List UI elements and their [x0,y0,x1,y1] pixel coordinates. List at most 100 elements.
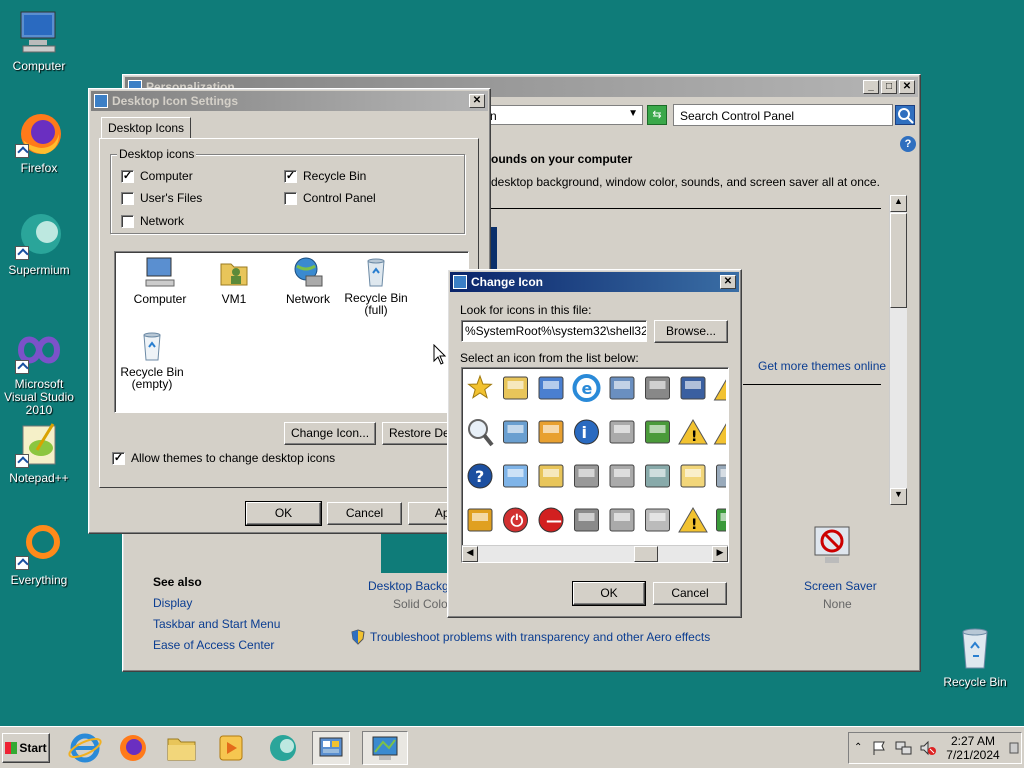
address-bar[interactable]: n ▼ [485,105,643,125]
preview-item[interactable]: Computer [125,256,195,306]
scroll-thumb[interactable] [890,213,907,308]
clock[interactable]: 2:27 AM 7/21/2024 [945,734,1001,762]
tab-desktop-icons[interactable]: Desktop Icons [101,117,192,138]
checkbox-control-panel[interactable]: Control Panel [284,191,376,205]
partial-icon[interactable] [716,464,728,488]
info-icon[interactable]: i [574,419,599,445]
close-button[interactable]: ✕ [720,275,736,289]
show-hidden-icons-icon[interactable]: ⌃ [854,742,862,753]
desktop-background-link[interactable]: Desktop Backgro [368,579,459,593]
desktop-icon-firefox[interactable]: Firefox [0,110,78,175]
show-desktop-button[interactable] [1009,739,1019,757]
refresh-partial-icon[interactable] [716,508,728,532]
file-path-input[interactable]: %SystemRoot%\system32\shell32.d [461,320,647,342]
close-button[interactable]: ✕ [899,80,915,94]
see-also-taskbar-link[interactable]: Taskbar and Start Menu [153,617,280,631]
checkbox-box[interactable] [121,191,134,205]
folder-calendar-icon[interactable] [503,376,528,400]
key-icon[interactable] [467,508,493,532]
taskbar-desktop-icon-settings[interactable] [362,731,408,765]
taskbar-supermium[interactable] [264,731,302,765]
screen-saver-link[interactable]: Screen Saver [804,579,877,593]
see-also-ease-of-access-link[interactable]: Ease of Access Center [153,638,274,652]
taskbar-internet-explorer[interactable] [66,731,104,765]
fax-printer-icon[interactable] [609,508,635,532]
refresh-button[interactable]: ⇆ [647,105,667,125]
search-input[interactable]: Search Control Panel [680,109,794,123]
troubleshoot-link[interactable]: Troubleshoot problems with transparency … [370,630,710,644]
cancel-button[interactable]: Cancel [653,582,727,605]
checkbox-box[interactable]: ✓ [112,451,125,465]
ok-button[interactable]: OK [245,501,322,526]
warning-icon[interactable]: ! [678,507,708,533]
desktop-icon-notepad-plus-plus[interactable]: Notepad++ [0,420,78,485]
desktop-icon-computer[interactable]: Computer [0,8,78,73]
help-document-icon[interactable] [609,376,635,400]
desktop-icon-supermium[interactable]: Supermium [0,212,78,277]
printer-doc-icon[interactable] [574,464,599,488]
horizontal-scrollbar[interactable]: ◀ ▶ [462,545,728,562]
printer-network-icon[interactable] [645,376,670,400]
internet-explorer-icon[interactable]: e [572,374,601,402]
see-also-display-link[interactable]: Display [153,596,192,610]
folder-x-icon[interactable] [680,464,706,488]
checkbox-box[interactable]: ✓ [121,169,134,183]
desktop-icon-recycle-bin[interactable]: Recycle Bin [936,624,1014,689]
minimize-button[interactable]: _ [863,80,879,94]
search-icon[interactable] [895,105,915,125]
document-check-icon[interactable] [538,376,564,400]
start-button[interactable]: Start [2,733,50,763]
printer-green-icon[interactable] [645,420,670,444]
checkbox-users-files[interactable]: User's Files [121,191,202,205]
taskbar-firefox[interactable] [114,731,152,765]
magnifier-icon[interactable] [468,419,494,447]
desktop-icon-visual-studio[interactable]: Microsoft Visual Studio 2010 [0,326,78,417]
checkbox-box[interactable]: ✓ [284,169,297,183]
icon-grid[interactable]: e! i!!? ⏻ —! ◀ ▶ [461,367,729,563]
vertical-scrollbar[interactable]: ▲ ▼ [889,195,907,505]
window-icon[interactable] [503,464,528,488]
screen-saver-icon[interactable] [813,525,853,569]
no-entry-icon[interactable]: — [538,507,564,533]
scroll-down-arrow-icon[interactable]: ▼ [890,488,907,505]
scroll-thumb[interactable] [634,546,658,562]
taskbar-media-player[interactable] [212,731,250,765]
fax-icon[interactable] [645,508,670,532]
printer-doc2-icon[interactable] [609,464,635,488]
help-icon[interactable]: ? [900,136,916,152]
checkbox-allow-themes[interactable]: ✓ Allow themes to change desktop icons [112,451,335,465]
scroll-left-arrow-icon[interactable]: ◀ [462,546,478,562]
help-icon[interactable]: ? [467,463,493,489]
cancel-button[interactable]: Cancel [327,502,402,525]
preview-item[interactable]: Network [273,256,343,306]
ok-button[interactable]: OK [572,581,646,606]
taskbar-explorer[interactable] [162,731,200,765]
star-icon[interactable] [467,374,493,399]
browse-button[interactable]: Browse... [654,320,728,343]
printer-net-icon[interactable] [645,464,670,488]
warning-partial-icon[interactable]: ! [713,419,728,445]
network-tray-icon[interactable] [895,740,913,759]
maximize-button[interactable]: □ [881,80,897,94]
network-computer-icon[interactable] [503,420,528,444]
desktop-icon-everything[interactable]: Everything [0,522,78,587]
icon-preview-list[interactable]: Computer VM1 Network Recycle Bin (full) … [114,251,469,413]
search-folder-icon[interactable] [538,464,564,488]
warning-icon[interactable]: ! [678,419,708,445]
checkbox-box[interactable] [121,214,134,228]
desktop-background-preview[interactable] [381,533,451,573]
checkbox-recycle-bin[interactable]: ✓ Recycle Bin [284,169,366,183]
preview-item[interactable]: Recycle Bin (empty) [117,330,187,390]
taskbar-control-panel[interactable] [312,731,350,765]
volume-muted-icon[interactable] [919,740,937,759]
preview-item[interactable]: VM1 [199,256,269,306]
action-center-flag-icon[interactable] [871,740,887,759]
warning-partial-icon[interactable]: ! [713,375,728,401]
close-button[interactable]: ✕ [469,94,485,108]
checkbox-computer[interactable]: ✓ Computer [121,169,193,183]
scroll-up-arrow-icon[interactable]: ▲ [890,195,907,212]
search-box[interactable]: Search Control Panel [673,104,893,126]
checkbox-network[interactable]: Network [121,214,184,228]
checkbox-box[interactable] [284,191,297,205]
shutdown-icon[interactable]: ⏻ [503,507,528,533]
